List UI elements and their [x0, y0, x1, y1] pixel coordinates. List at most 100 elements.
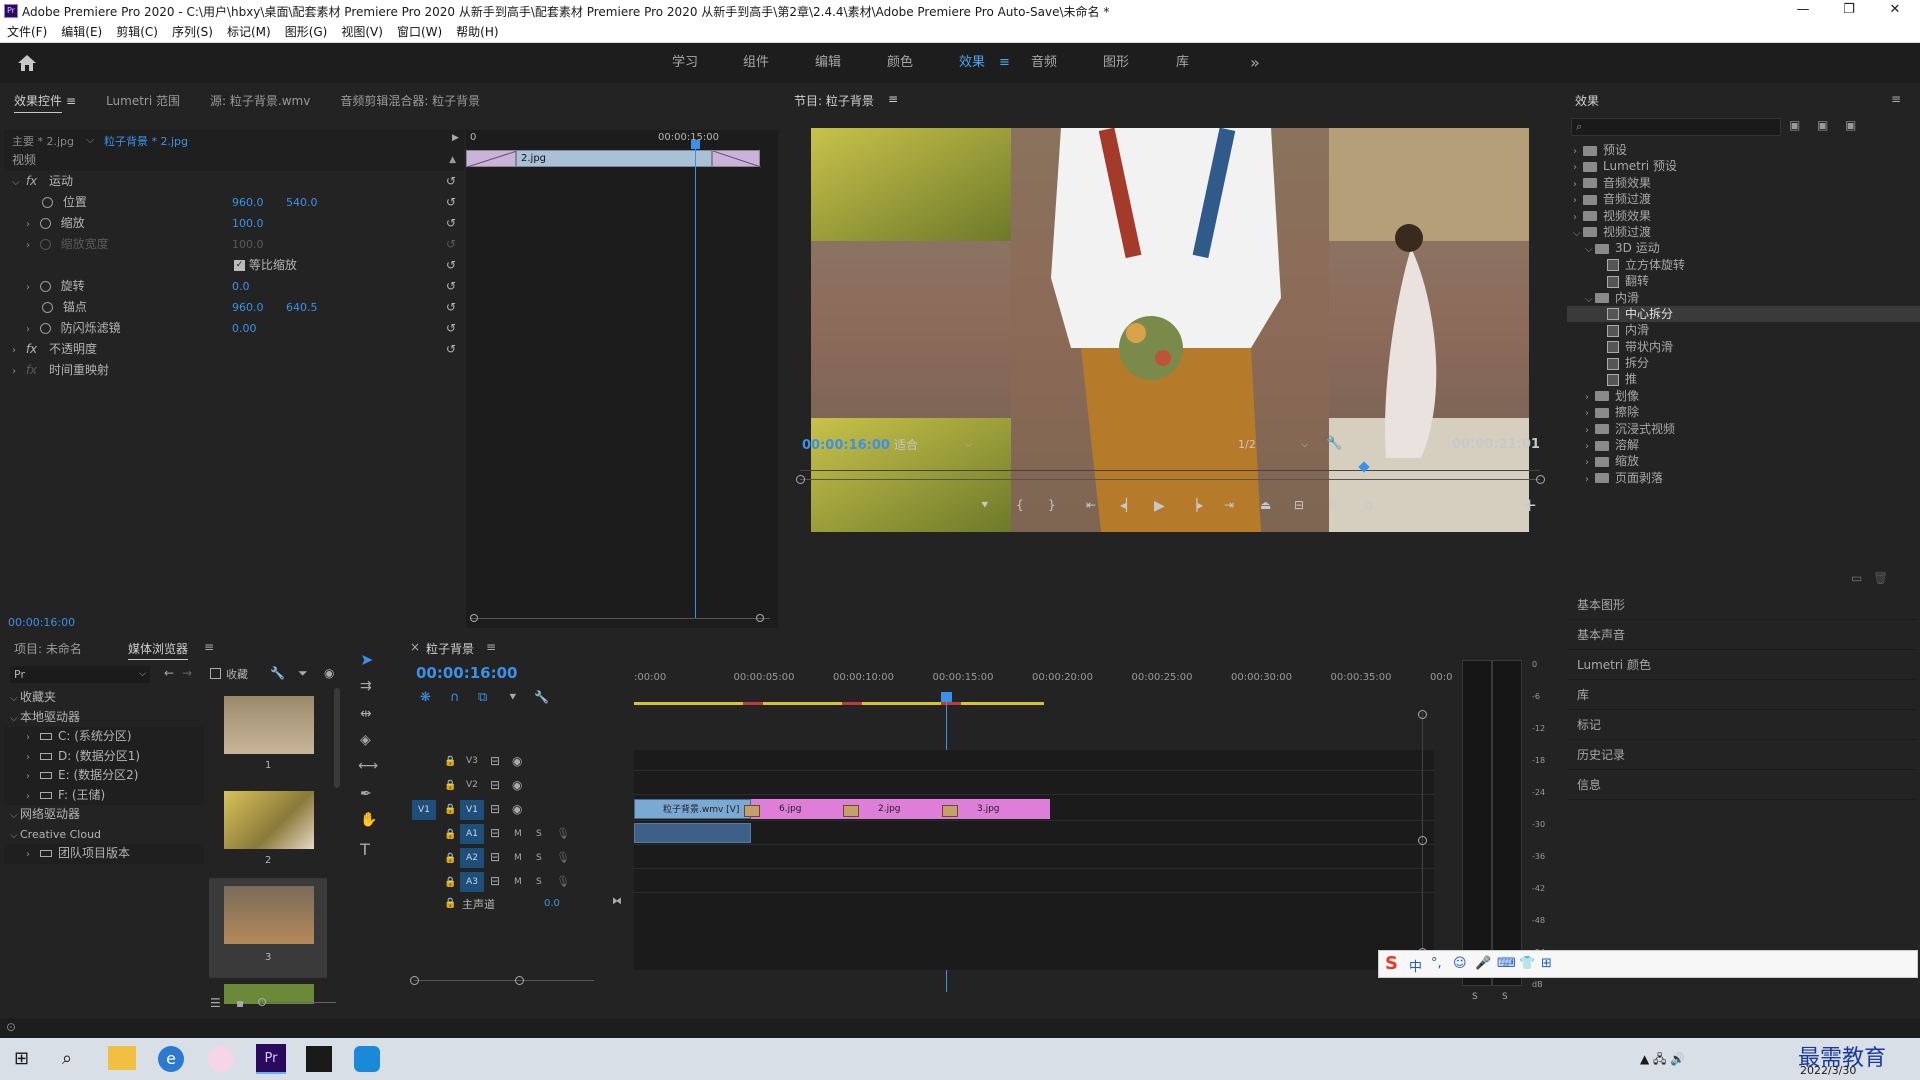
mic-icon[interactable]: 🎙: [556, 827, 570, 840]
opacity-row[interactable]: › fx 不透明度 ↺: [4, 339, 464, 360]
media-browser-tree-item[interactable]: › D: (数据分区1): [4, 746, 204, 766]
panel-essential-sound[interactable]: 基本声音: [1567, 620, 1917, 650]
media-browser-tree-item[interactable]: ⌵ 本地驱动器: [4, 708, 204, 728]
chevron-down-icon[interactable]: ⌵: [1585, 292, 1595, 308]
premiere-taskbar-icon[interactable]: Pr: [256, 1044, 286, 1074]
lock-icon[interactable]: 🔒: [444, 829, 456, 840]
go-to-in-icon[interactable]: ⇤: [1086, 498, 1096, 512]
menu-edit[interactable]: 编辑(E): [54, 22, 109, 42]
effects-tree-item[interactable]: › 视频效果: [1567, 208, 1920, 224]
eye-icon[interactable]: ◉: [512, 802, 522, 816]
lock-icon[interactable]: 🔒: [444, 756, 456, 767]
step-back-icon[interactable]: ◂▏: [1120, 498, 1135, 512]
clip-particle-bg-video[interactable]: 粒子背景.wmv [V]: [634, 799, 751, 819]
stopwatch-icon[interactable]: [42, 197, 53, 208]
compare-icon[interactable]: ⧉: [1364, 498, 1373, 513]
photos-icon[interactable]: [306, 1046, 332, 1072]
workspace-graphics[interactable]: 图形: [1103, 43, 1129, 83]
effect-controls-timecode[interactable]: 00:00:16:00: [8, 616, 75, 629]
lock-icon[interactable]: 🔒: [444, 877, 456, 888]
chevron-down-icon[interactable]: ⌵: [1585, 242, 1595, 258]
position-y[interactable]: 540.0: [286, 192, 318, 213]
mini-playhead-handle[interactable]: [691, 140, 700, 149]
effects-tree-item[interactable]: › Lumetri 预设: [1567, 158, 1920, 174]
tab-effect-controls[interactable]: 效果控件: [14, 92, 63, 113]
home-icon[interactable]: [14, 53, 40, 73]
stopwatch-icon[interactable]: [42, 302, 53, 313]
zoom-handle-left[interactable]: [410, 976, 419, 985]
reset-icon[interactable]: ↺: [446, 339, 456, 360]
program-menu-icon[interactable]: ≡: [888, 92, 898, 106]
stopwatch-icon[interactable]: [39, 323, 51, 334]
chevron-right-icon[interactable]: ›: [26, 277, 36, 298]
sync-lock-icon[interactable]: ⊟: [490, 802, 500, 816]
track-label-a3[interactable]: A3: [460, 872, 484, 892]
stopwatch-icon[interactable]: [39, 281, 51, 292]
extract-icon[interactable]: ⊟: [1294, 498, 1304, 512]
view-icon[interactable]: ◉: [324, 666, 334, 680]
effects-search-input[interactable]: ⌕: [1571, 118, 1781, 136]
effects-tree-item[interactable]: ⌵ 内滑: [1567, 290, 1920, 306]
program-current-time[interactable]: 00:00:16:00: [802, 438, 890, 453]
sequence-tab[interactable]: 粒子背景: [426, 640, 474, 657]
master-volume[interactable]: 0.0: [544, 898, 560, 909]
slider-handle[interactable]: [258, 998, 266, 1006]
list-view-icon[interactable]: ☰: [210, 996, 221, 1010]
track-label-a1[interactable]: A1: [460, 824, 484, 844]
32bit-effects-icon[interactable]: ▣: [1817, 118, 1828, 132]
effects-tree-item[interactable]: ⌵ 3D 运动: [1567, 240, 1920, 256]
windows-start-icon[interactable]: ⊞: [14, 1048, 29, 1069]
resolution-dropdown[interactable]: 1/2 ⌵: [1232, 436, 1312, 454]
sequence-clip-label[interactable]: 粒子背景 * 2.jpg: [104, 133, 188, 149]
ime-chinese-mode[interactable]: 中: [1409, 956, 1422, 975]
media-browser-tree-item[interactable]: › 团队项目版本: [4, 844, 204, 864]
solo-right-button[interactable]: S: [1502, 992, 1508, 1002]
thumbnail-3[interactable]: 3: [209, 878, 327, 978]
effects-menu-icon[interactable]: ≡: [1891, 92, 1901, 106]
app-icon-snip[interactable]: [208, 1046, 234, 1072]
tab-lumetri-scopes[interactable]: Lumetri 范围: [106, 92, 180, 109]
app-icon-blue[interactable]: [354, 1046, 380, 1072]
effects-tree-item[interactable]: 拆分: [1567, 355, 1920, 371]
chevron-right-icon[interactable]: ›: [26, 787, 36, 807]
mute-button[interactable]: M: [514, 877, 522, 887]
in-point-icon[interactable]: {: [1016, 498, 1024, 512]
transition-block[interactable]: [466, 150, 518, 168]
thumbnail-size-slider[interactable]: [260, 1002, 336, 1003]
media-browser-tree-item[interactable]: › C: (系统分区): [4, 727, 204, 747]
maximize-button[interactable]: ❐: [1826, 0, 1872, 22]
solo-button[interactable]: S: [536, 829, 542, 839]
media-browser-tree-item[interactable]: ⌵ 收藏夹: [4, 688, 204, 708]
timeline-playhead-handle[interactable]: [941, 692, 952, 702]
slip-tool-icon[interactable]: ⟷: [358, 758, 378, 774]
ime-menu[interactable]: ⊞: [1541, 956, 1552, 971]
flicker-value[interactable]: 0.00: [232, 318, 257, 339]
filter-icon[interactable]: ⏷: [298, 666, 308, 681]
reset-icon[interactable]: ↺: [446, 255, 456, 276]
vscroll-handle-top[interactable]: [1418, 710, 1427, 719]
scroll-handle-right[interactable]: [756, 614, 764, 622]
chevron-down-icon[interactable]: ⌵: [10, 689, 20, 709]
type-tool-icon[interactable]: T: [360, 840, 370, 859]
edge-icon[interactable]: e: [158, 1046, 184, 1072]
transition-marker[interactable]: [744, 805, 760, 817]
program-zoom-bar[interactable]: [800, 479, 1540, 480]
delete-icon[interactable]: 🗑: [1873, 571, 1888, 585]
menu-file[interactable]: 文件(F): [0, 22, 54, 42]
more-workspaces-button[interactable]: »: [1250, 43, 1260, 83]
chevron-right-icon[interactable]: ›: [26, 319, 36, 340]
lock-icon[interactable]: 🔒: [444, 780, 456, 791]
tab-media-browser[interactable]: 媒体浏览器: [128, 640, 189, 660]
chevron-right-icon[interactable]: ›: [1585, 472, 1595, 488]
panel-info[interactable]: 信息: [1567, 770, 1917, 800]
chevron-right-icon[interactable]: ›: [12, 361, 22, 382]
media-browser-tree-item[interactable]: › E: (数据分区2): [4, 766, 204, 786]
effects-tree-item[interactable]: › 页面剥落: [1567, 470, 1920, 486]
program-ruler[interactable]: [800, 461, 1540, 471]
ripple-edit-tool-icon[interactable]: ⇹: [360, 706, 372, 722]
tab-audio-clip-mixer[interactable]: 音频剪辑混合器: 粒子背景: [340, 92, 480, 109]
clip-6jpg[interactable]: 6.jpg: [751, 799, 850, 819]
chevron-right-icon[interactable]: ›: [12, 340, 22, 361]
eye-icon[interactable]: ◉: [512, 754, 522, 768]
chevron-down-icon[interactable]: ⌵: [10, 709, 20, 729]
